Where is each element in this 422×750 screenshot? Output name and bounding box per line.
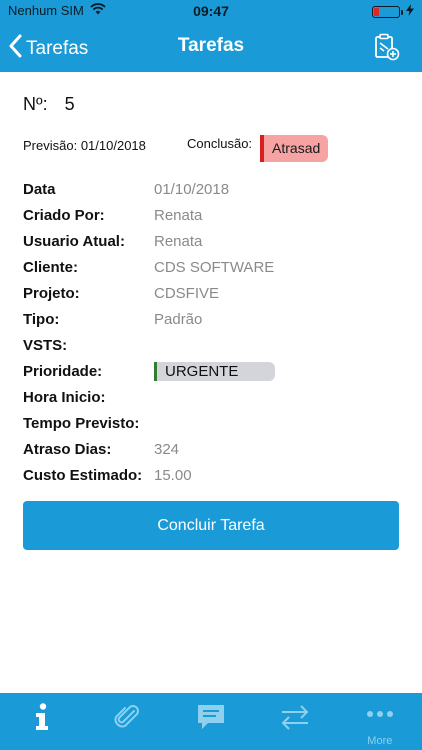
comment-icon [196,693,226,736]
conclusao: Conclusão: Atrasad [187,135,329,162]
dates-row: Previsão: 01/10/2018 Conclusão: Atrasad [23,135,399,163]
detail-label: VSTS: [23,336,68,354]
transfer-arrows-icon [279,693,311,736]
complete-task-button[interactable]: Concluir Tarefa [23,501,399,550]
status-badge: Atrasad [260,135,329,162]
previsao-label: Previsão: [23,138,78,153]
tab-info[interactable] [0,693,84,750]
previsao: Previsão: 01/10/2018 [23,138,146,153]
tab-more-label: More [367,735,393,747]
detail-label: Prioridade: [23,362,103,380]
clipboard-add-button[interactable] [374,33,400,66]
battery-icon [372,5,403,18]
detail-row-vsts: VSTS: [23,332,399,358]
detail-value: CDSFIVE [154,284,220,302]
status-right [372,4,414,19]
tab-transfer[interactable] [253,693,337,750]
status-bar: Nenhum SIM 09:47 [0,0,422,22]
more-dots-icon [365,693,395,730]
priority-badge: URGENTE [154,361,275,381]
clipboard-add-icon [374,33,400,65]
detail-list: Data 01/10/2018 Criado Por: Renata Usuar… [23,176,399,488]
detail-value: Renata [154,206,203,224]
detail-row-prioridade: Prioridade: URGENTE [23,358,399,384]
detail-row-tempo-previsto: Tempo Previsto: [23,410,399,436]
detail-label: Custo Estimado: [23,466,143,484]
detail-row-data: Data 01/10/2018 [23,176,399,202]
detail-row-projeto: Projeto: CDSFIVE [23,280,399,306]
detail-label: Data [23,180,56,198]
detail-label: Tempo Previsto: [23,414,140,432]
detail-row-usuario-atual: Usuario Atual: Renata [23,228,399,254]
task-number-label: Nº: [23,94,48,114]
task-number: Nº: 5 [23,94,75,115]
detail-value: Padrão [154,310,203,328]
info-icon [34,693,50,736]
charging-bolt-icon [406,4,414,19]
tab-bar: More [0,693,422,750]
detail-label: Cliente: [23,258,79,276]
detail-label: Criado Por: [23,206,105,224]
page-title: Tarefas [177,35,245,56]
tab-more[interactable]: More [338,693,422,750]
task-number-value: 5 [64,94,75,114]
detail-row-custo-estimado: Custo Estimado: 15.00 [23,462,399,488]
status-time: 09:47 [193,3,229,19]
battery-level [374,7,379,16]
previsao-value: 01/10/2018 [80,138,146,153]
detail-label: Tipo: [23,310,60,328]
navigation-bar: Tarefas Tarefas [0,22,422,72]
detail-value: 324 [154,440,180,458]
detail-label: Hora Inicio: [23,388,106,406]
detail-value: CDS SOFTWARE [154,258,275,276]
tab-comments[interactable] [169,693,253,750]
detail-row-cliente: Cliente: CDS SOFTWARE [23,254,399,280]
paperclip-icon [113,693,141,736]
detail-label: Projeto: [23,284,80,302]
detail-label: Usuario Atual: [23,232,125,250]
detail-value: Renata [154,232,203,250]
detail-row-tipo: Tipo: Padrão [23,306,399,332]
detail-label: Atraso Dias: [23,440,112,458]
detail-row-hora-inicio: Hora Inicio: [23,384,399,410]
tab-attachments[interactable] [84,693,168,750]
detail-value: 01/10/2018 [154,180,230,198]
detail-row-atraso-dias: Atraso Dias: 324 [23,436,399,462]
detail-row-criado-por: Criado Por: Renata [23,202,399,228]
conclusao-label: Conclusão: [187,136,253,151]
detail-value: 15.00 [154,466,192,484]
